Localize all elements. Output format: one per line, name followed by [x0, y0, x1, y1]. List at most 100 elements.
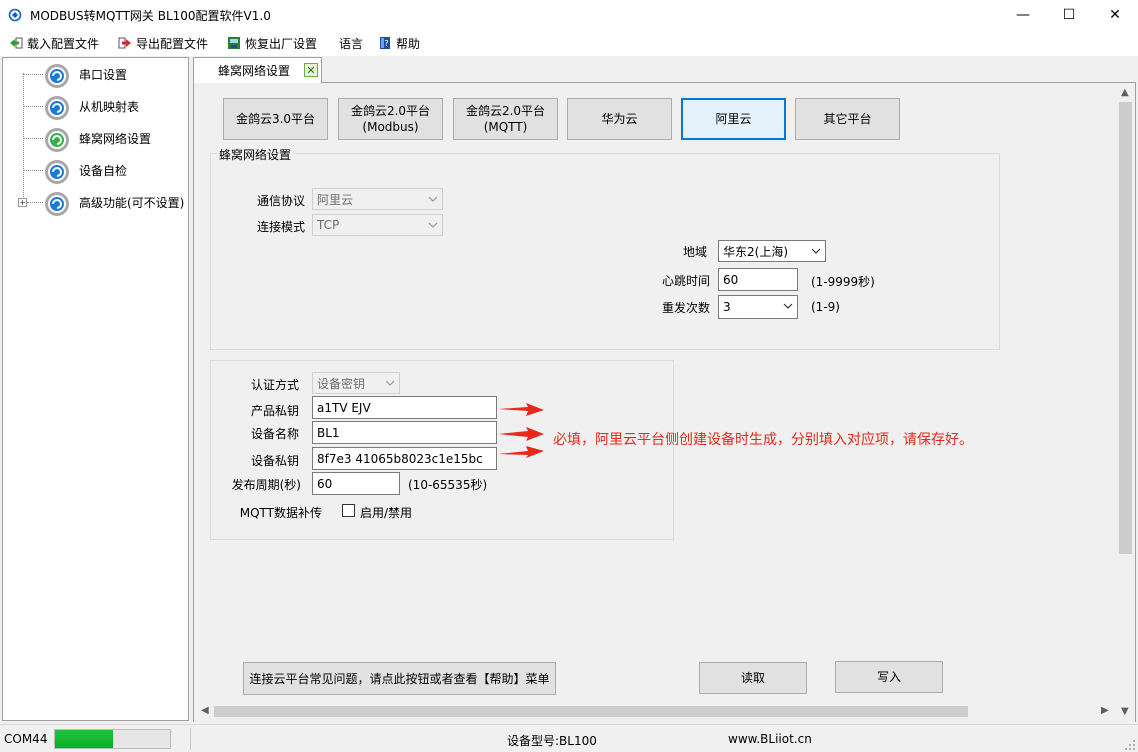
menu-language[interactable]: 语言	[339, 34, 363, 52]
retry-label: 重发次数	[661, 301, 710, 315]
status-bar: COM44 设备型号:BL100 www.BLiiot.cn	[0, 724, 1138, 752]
menu-bar: 载入配置文件 导出配置文件 恢复出厂设置 语言 ? 帮助	[0, 30, 1138, 56]
com-port-status: COM44	[4, 732, 48, 746]
app-icon	[8, 8, 22, 22]
navigation-tree: 串口设置 从机映射表 蜂窝网络设置 设备自检 + 高级功能(可不设置)	[2, 57, 189, 721]
mqtt-resend-checkbox-label: 启用/禁用	[360, 506, 413, 520]
tree-item-serial-settings[interactable]: 串口设置	[3, 60, 188, 88]
vertical-scroll-thumb[interactable]	[1119, 102, 1132, 554]
title-bar: MODBUS转MQTT网关 BL100配置软件V1.0 — ☐ ✕	[0, 0, 1138, 30]
tree-label-slave: 从机映射表	[79, 99, 140, 114]
heartbeat-input[interactable]: 60	[718, 268, 798, 291]
platform-button-other[interactable]: 其它平台	[795, 98, 900, 140]
annotation-text: 必填，阿里云平台侧创建设备时生成，分别填入对应项，请保存好。	[553, 432, 973, 448]
arrow-right-icon	[498, 403, 544, 416]
export-arrow-icon	[118, 37, 131, 49]
platform-button-jinge3[interactable]: 金鸽云3.0平台	[223, 98, 328, 140]
menu-factory-reset[interactable]: 恢复出厂设置	[227, 34, 317, 52]
tree-label-self-check: 设备自检	[79, 163, 128, 178]
scroll-down-icon[interactable]: ▼	[1121, 706, 1129, 717]
product-key-label: 产品私钥	[250, 404, 299, 418]
tree-item-cellular-settings[interactable]: 蜂窝网络设置	[3, 124, 188, 152]
chevron-down-icon	[428, 222, 438, 228]
retry-value: 3	[723, 300, 731, 314]
mode-value: TCP	[317, 218, 340, 232]
maximize-button[interactable]: ☐	[1046, 0, 1092, 30]
region-label: 地域	[682, 245, 707, 259]
menu-import-label: 载入配置文件	[27, 36, 100, 51]
chevron-down-icon	[428, 196, 438, 202]
gear-icon	[45, 128, 69, 152]
retry-select[interactable]: 3	[718, 295, 798, 319]
protocol-select[interactable]: 阿里云	[312, 188, 443, 210]
device-model-status: 设备型号:BL100	[507, 734, 597, 748]
window-title: MODBUS转MQTT网关 BL100配置软件V1.0	[30, 9, 271, 23]
device-name-label: 设备名称	[250, 427, 299, 441]
publish-period-input[interactable]: 60	[312, 472, 400, 495]
publish-period-hint: (10-65535秒)	[408, 478, 488, 492]
horizontal-scroll-thumb[interactable]	[214, 706, 968, 717]
protocol-value: 阿里云	[317, 192, 354, 207]
mqtt-resend-checkbox[interactable]	[342, 504, 355, 517]
scroll-up-icon[interactable]: ▲	[1121, 87, 1129, 98]
device-name-input[interactable]: BL1	[312, 421, 497, 444]
help-book-icon: ?	[380, 37, 390, 49]
heartbeat-label: 心跳时间	[661, 274, 710, 288]
chevron-down-icon	[811, 248, 821, 254]
protocol-label: 通信协议	[256, 194, 305, 208]
platform-button-aliyun[interactable]: 阿里云	[681, 98, 786, 140]
menu-export-config[interactable]: 导出配置文件	[118, 34, 208, 52]
tab-cellular-settings[interactable]: 蜂窝网络设置 ✕	[193, 57, 322, 83]
connection-progress-bar	[54, 729, 171, 749]
mqtt-resend-label: MQTT数据补传	[239, 506, 322, 520]
menu-factory-reset-label: 恢复出厂设置	[245, 36, 318, 51]
tree-item-advanced[interactable]: + 高级功能(可不设置)	[3, 188, 188, 216]
svg-text:?: ?	[384, 39, 388, 48]
arrow-right-icon	[498, 446, 544, 458]
auth-method-select[interactable]: 设备密钥	[312, 372, 400, 394]
auth-method-label: 认证方式	[250, 378, 299, 392]
platform-button-jinge2-mqtt[interactable]: 金鸽云2.0平台 (MQTT)	[453, 98, 558, 140]
progress-fill	[55, 730, 113, 748]
expand-toggle[interactable]: +	[18, 198, 27, 207]
close-button[interactable]: ✕	[1092, 0, 1138, 30]
write-button[interactable]: 写入	[835, 661, 943, 693]
chevron-down-icon	[385, 380, 395, 386]
menu-import-config[interactable]: 载入配置文件	[9, 34, 99, 52]
product-key-input[interactable]: a1TV EJV	[312, 396, 497, 419]
scroll-right-icon[interactable]: ▶	[1101, 705, 1109, 716]
menu-export-label: 导出配置文件	[136, 36, 209, 51]
menu-help[interactable]: ? 帮助	[378, 34, 420, 52]
gear-icon	[45, 192, 69, 216]
platform-button-jinge2-modbus[interactable]: 金鸽云2.0平台 (Modbus)	[338, 98, 443, 140]
publish-period-label: 发布周期(秒)	[231, 478, 301, 492]
vertical-scrollbar[interactable]: ▲ ▼	[1117, 84, 1134, 721]
menu-language-label: 语言	[339, 36, 364, 51]
gear-icon	[45, 96, 69, 120]
website-status: www.BLiiot.cn	[728, 732, 812, 746]
import-arrow-icon	[10, 37, 23, 49]
faq-button[interactable]: 连接云平台常见问题，请点此按钮或者查看【帮助】菜单	[243, 662, 556, 695]
horizontal-scrollbar[interactable]: ◀ ▶	[196, 703, 1117, 720]
device-secret-input[interactable]: 8f7e3 41065b8023c1e15bc	[312, 447, 497, 470]
auth-method-value: 设备密钥	[317, 376, 366, 391]
gear-icon	[45, 64, 69, 88]
tree-label-advanced: 高级功能(可不设置)	[79, 195, 185, 210]
gear-icon	[45, 160, 69, 184]
device-secret-label: 设备私钥	[250, 454, 299, 468]
scroll-left-icon[interactable]: ◀	[201, 705, 209, 716]
cellular-settings-group	[210, 153, 1000, 350]
menu-help-label: 帮助	[396, 36, 421, 51]
tree-item-self-check[interactable]: 设备自检	[3, 156, 188, 184]
read-button[interactable]: 读取	[699, 662, 807, 694]
heartbeat-hint: (1-9999秒)	[811, 275, 875, 289]
tab-close-icon[interactable]: ✕	[304, 63, 318, 77]
cellular-group-title: 蜂窝网络设置	[217, 146, 294, 163]
tree-item-slave-mapping[interactable]: 从机映射表	[3, 92, 188, 120]
region-select[interactable]: 华东2(上海)	[718, 240, 826, 262]
platform-button-huawei[interactable]: 华为云	[567, 98, 672, 140]
mode-select[interactable]: TCP	[312, 214, 443, 236]
resize-grip-icon[interactable]	[1124, 739, 1136, 751]
mode-label: 连接模式	[256, 220, 305, 234]
minimize-button[interactable]: —	[1000, 0, 1046, 30]
